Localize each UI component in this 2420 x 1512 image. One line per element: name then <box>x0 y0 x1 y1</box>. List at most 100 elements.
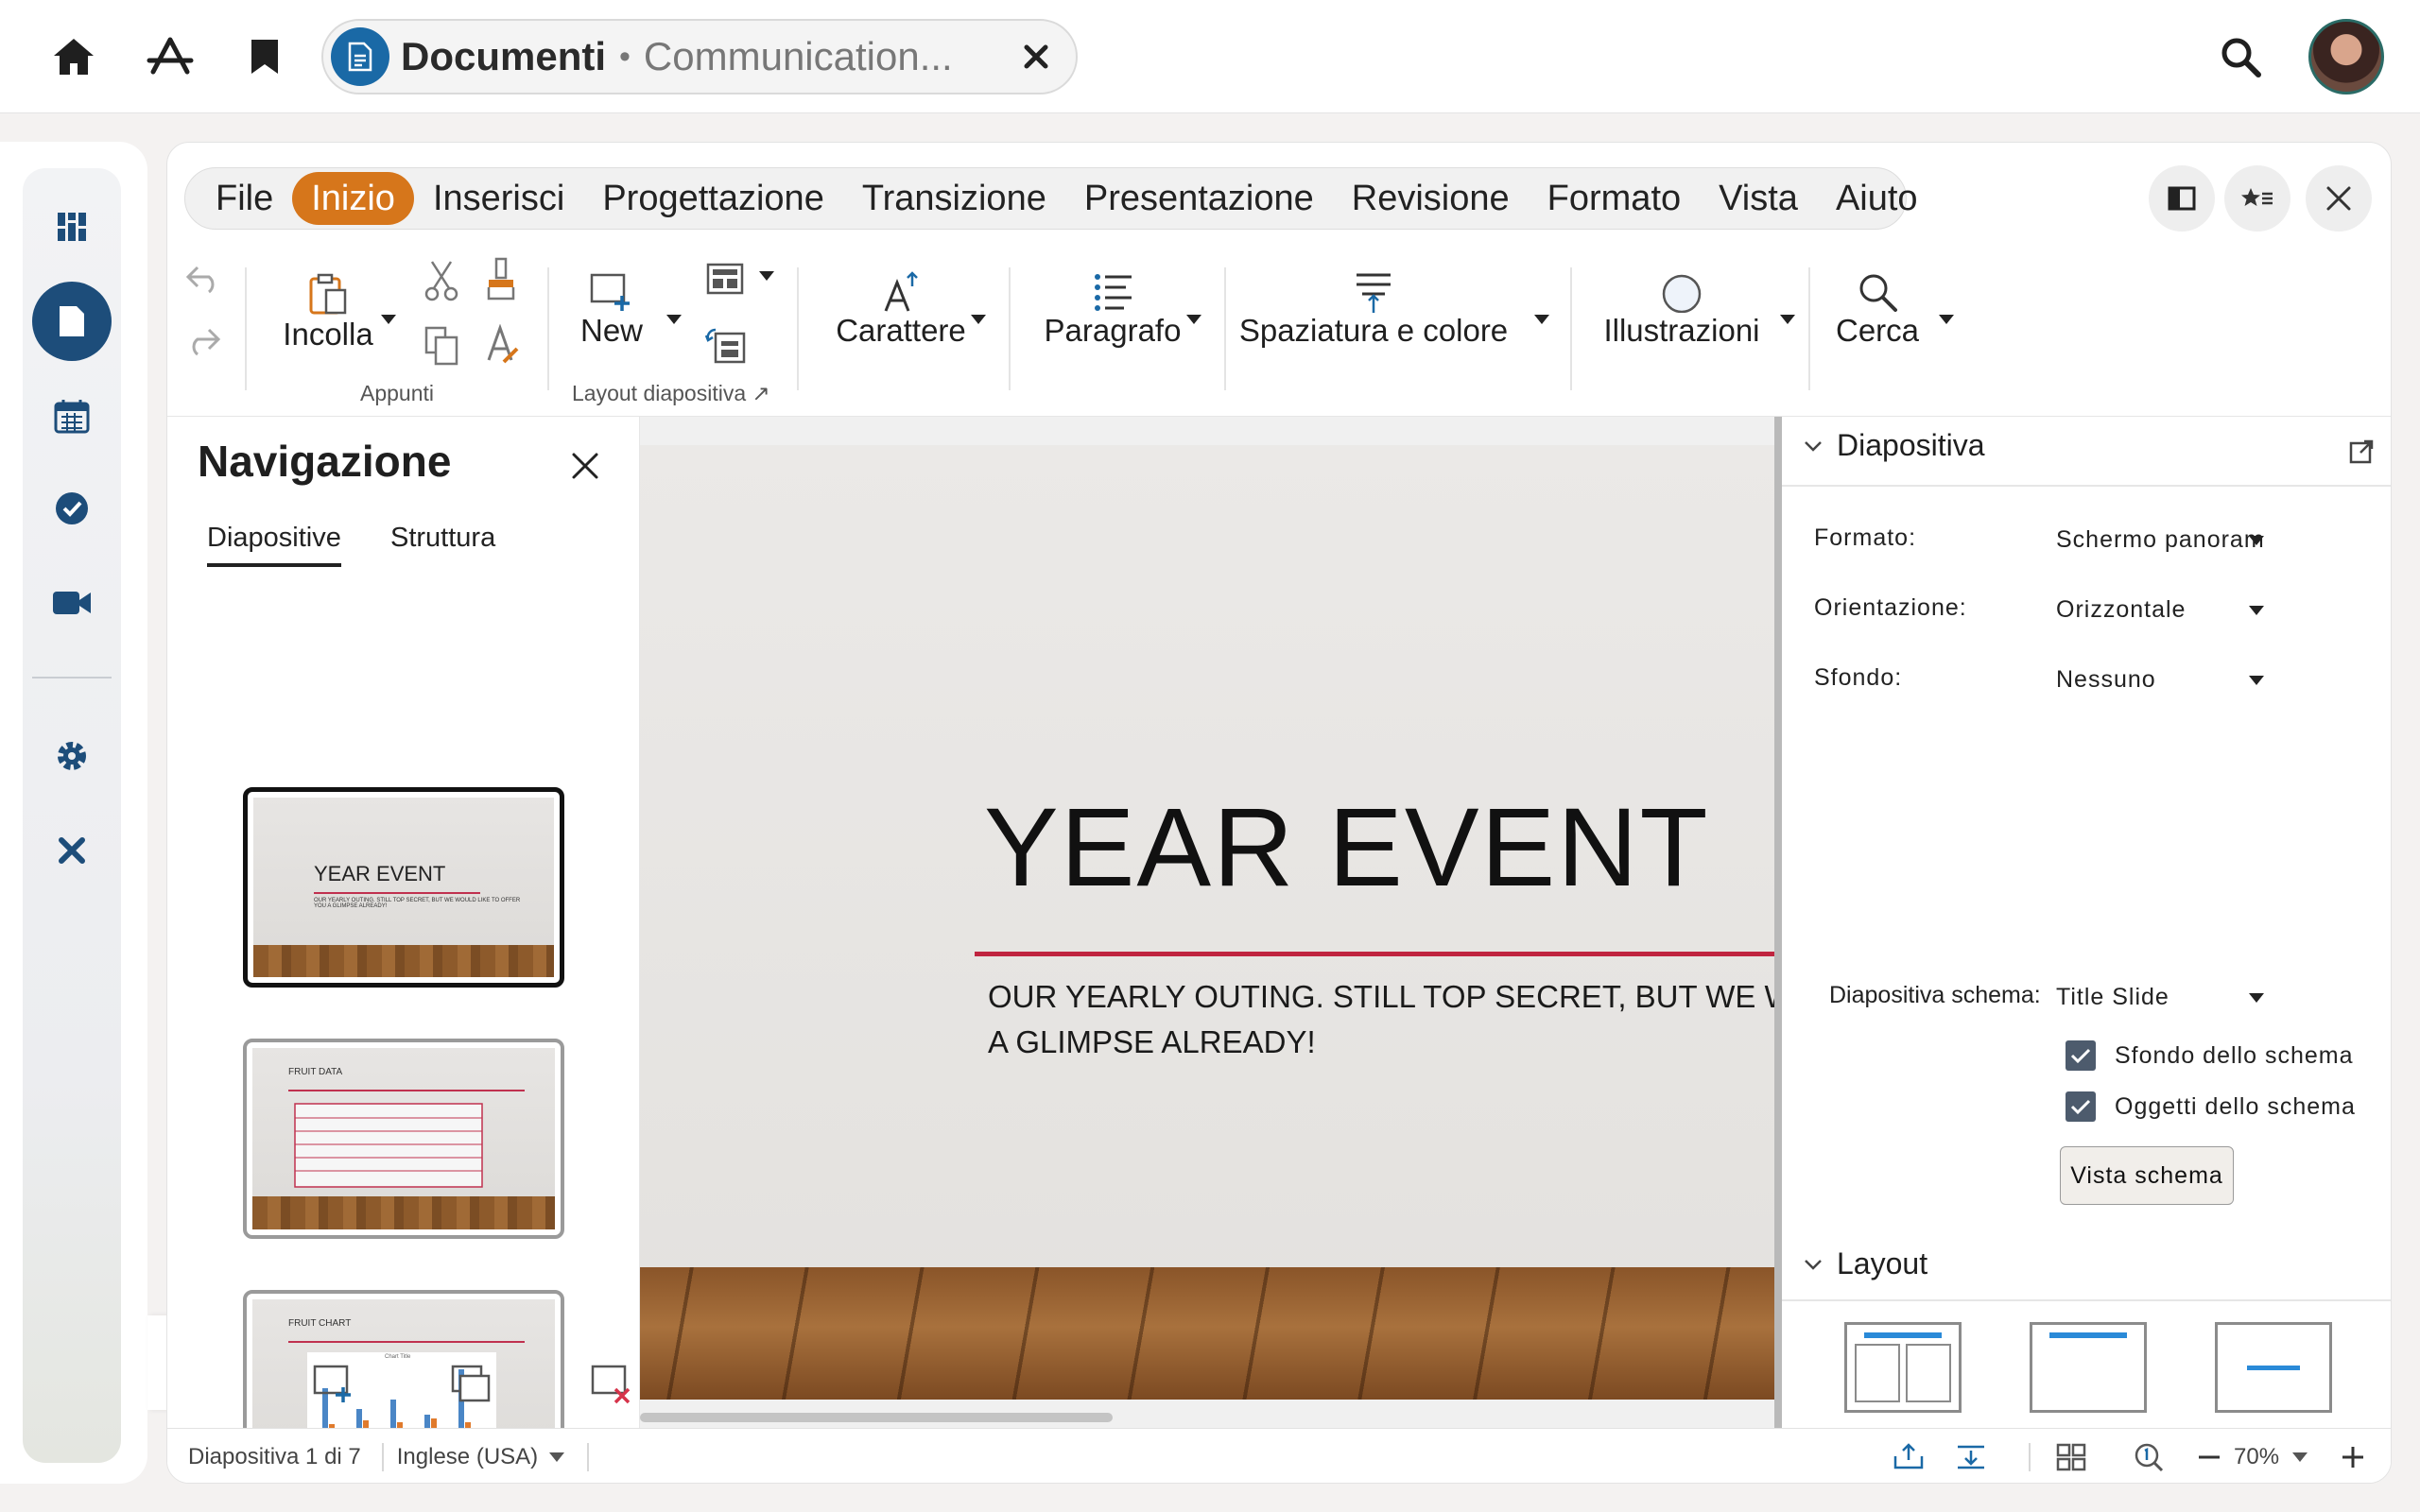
copy-icon[interactable] <box>419 322 464 368</box>
delete-slide-icon[interactable] <box>589 1362 634 1407</box>
menu-insert[interactable]: Inserisci <box>414 172 583 225</box>
master-objects-checkbox[interactable] <box>2066 1091 2096 1122</box>
zoom-reset-icon[interactable] <box>2130 1438 2168 1476</box>
layout-centered-text[interactable] <box>2215 1322 2332 1413</box>
current-slide[interactable]: YEAR EVENT OUR YEARLY OUTING. STILL TOP … <box>640 445 1774 1400</box>
language-dropdown-caret[interactable] <box>549 1452 565 1462</box>
paste-dropdown-caret[interactable] <box>381 315 396 324</box>
menu-transition[interactable]: Transizione <box>843 172 1065 225</box>
layout-title-bar <box>2049 1332 2127 1338</box>
open-dialog-icon[interactable] <box>2349 439 2374 469</box>
master-view-button[interactable]: Vista schema <box>2060 1146 2234 1205</box>
zoom-level[interactable]: 70% <box>2234 1444 2279 1470</box>
tab-outline[interactable]: Struttura <box>390 523 495 563</box>
slide-thumbnail-1[interactable]: YEAR EVENT OUR YEARLY OUTING. STILL TOP … <box>243 787 564 988</box>
format-select[interactable]: Schermo panoram <box>2056 526 2264 554</box>
calendar-icon[interactable] <box>32 376 112 455</box>
close-app-icon[interactable] <box>32 811 112 890</box>
fit-width-icon[interactable] <box>1890 1438 1927 1476</box>
horizontal-scrollbar[interactable] <box>640 1413 1113 1422</box>
zoom-in-icon[interactable] <box>2334 1438 2372 1476</box>
home-icon[interactable] <box>45 28 102 85</box>
menu-file[interactable]: File <box>197 172 292 225</box>
documents-icon[interactable] <box>32 282 112 361</box>
paragraph-button[interactable]: Paragrafo <box>1028 271 1198 349</box>
find-button[interactable]: Cerca <box>1825 271 1929 349</box>
paragraph-dropdown-caret[interactable] <box>1186 315 1201 324</box>
background-dropdown-caret[interactable] <box>2249 676 2264 685</box>
cut-icon[interactable] <box>419 258 464 303</box>
zoom-dropdown-caret[interactable] <box>2292 1452 2308 1462</box>
close-document-icon[interactable] <box>1017 38 1055 76</box>
format-paintbrush-icon[interactable] <box>479 256 525 301</box>
close-navigator-icon[interactable] <box>564 445 606 487</box>
redo-icon[interactable] <box>181 318 226 364</box>
duplicate-slide-icon[interactable] <box>449 1362 494 1407</box>
orientation-dropdown-caret[interactable] <box>2249 606 2264 615</box>
thumb-title: FRUIT CHART <box>288 1318 352 1329</box>
layout-title-two-content[interactable] <box>1844 1322 1962 1413</box>
settings-gear-icon[interactable] <box>32 716 112 796</box>
sidebar-splitter[interactable] <box>1774 417 1782 1428</box>
slide-layout-icon[interactable] <box>702 256 748 301</box>
close-editor-icon[interactable] <box>2306 165 2372 232</box>
slide-title[interactable]: YEAR EVENT <box>984 783 1710 912</box>
slide-thumbnail-2[interactable]: FRUIT DATA <box>243 1039 564 1239</box>
ribbon-separator <box>1570 267 1572 390</box>
new-slide-dropdown-caret[interactable] <box>666 315 682 324</box>
new-slide-icon[interactable] <box>311 1362 356 1407</box>
menu-design[interactable]: Progettazione <box>583 172 843 225</box>
reset-layout-icon[interactable] <box>702 322 748 368</box>
menu-home[interactable]: Inizio <box>292 172 414 225</box>
layout-title-only[interactable] <box>2030 1322 2147 1413</box>
master-slide-select[interactable]: Title Slide <box>2056 984 2264 1011</box>
clear-formatting-icon[interactable] <box>479 322 525 368</box>
app-store-icon[interactable] <box>142 28 199 85</box>
slide-subtitle[interactable]: OUR YEARLY OUTING. STILL TOP SECRET, BUT… <box>988 974 1774 1065</box>
document-tab[interactable]: Documenti • Communication... <box>321 19 1078 94</box>
rail-divider <box>32 677 112 679</box>
paste-label: Incolla <box>283 317 373 352</box>
undo-icon[interactable] <box>181 256 226 301</box>
external-link-icon[interactable]: ↗ <box>752 381 770 405</box>
illustrations-dropdown-caret[interactable] <box>1780 315 1795 324</box>
paste-button[interactable]: Incolla <box>271 271 385 352</box>
layout-dropdown-caret[interactable] <box>759 271 774 281</box>
background-select[interactable]: Nessuno <box>2056 666 2264 694</box>
format-dropdown-caret[interactable] <box>2249 536 2264 545</box>
search-icon[interactable] <box>2212 28 2269 85</box>
favorites-icon[interactable] <box>2224 165 2290 232</box>
ribbon-separator <box>245 267 247 390</box>
sidebar-toggle-icon[interactable] <box>2149 165 2215 232</box>
bookmark-icon[interactable] <box>236 28 293 85</box>
menu-slideshow[interactable]: Presentazione <box>1065 172 1333 225</box>
menu-review[interactable]: Revisione <box>1333 172 1529 225</box>
menu-view[interactable]: Vista <box>1700 172 1817 225</box>
spacing-color-button[interactable]: Spaziatura e colore <box>1239 271 1508 349</box>
illustrations-button[interactable]: Illustrazioni <box>1587 271 1776 349</box>
layout-section-header[interactable]: Layout <box>1803 1246 1927 1281</box>
slide-section-title: Diapositiva <box>1837 428 1985 462</box>
character-dropdown-caret[interactable] <box>971 315 986 324</box>
slide-canvas[interactable]: YEAR EVENT OUR YEARLY OUTING. STILL TOP … <box>640 417 1774 1428</box>
zoom-out-icon[interactable] <box>2190 1438 2228 1476</box>
spacing-dropdown-caret[interactable] <box>1534 315 1549 324</box>
tasks-icon[interactable] <box>32 469 112 548</box>
user-avatar[interactable] <box>2308 19 2384 94</box>
video-call-icon[interactable] <box>32 563 112 643</box>
language-status[interactable]: Inglese (USA) <box>397 1444 538 1470</box>
fit-slide-icon[interactable] <box>1952 1438 1990 1476</box>
slide-section-header[interactable]: Diapositiva <box>1803 428 1985 463</box>
orientation-select[interactable]: Orizzontale <box>2056 596 2264 624</box>
layout-box <box>1906 1344 1951 1402</box>
slide-sorter-icon[interactable] <box>2052 1438 2090 1476</box>
master-slide-dropdown-caret[interactable] <box>2249 993 2264 1003</box>
master-background-checkbox[interactable] <box>2066 1040 2096 1071</box>
find-dropdown-caret[interactable] <box>1939 315 1954 324</box>
dashboard-icon[interactable] <box>32 187 112 266</box>
tab-slides[interactable]: Diapositive <box>207 523 341 567</box>
new-slide-button[interactable]: New <box>564 271 659 349</box>
menu-help[interactable]: Aiuto <box>1817 172 1937 225</box>
character-button[interactable]: Carattere <box>816 271 986 349</box>
menu-format[interactable]: Formato <box>1529 172 1700 225</box>
